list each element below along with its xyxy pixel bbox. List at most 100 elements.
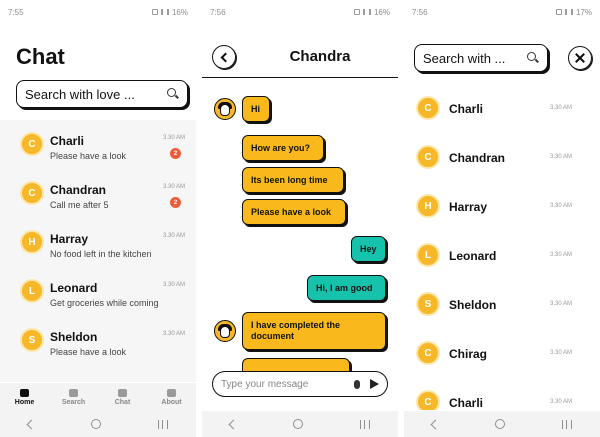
search-input[interactable]: Search with love ...	[25, 87, 167, 102]
incoming-message: Its been long time	[242, 167, 344, 193]
chat-icon	[118, 388, 127, 397]
tab-label: Chat	[114, 398, 131, 406]
search-icon[interactable]	[527, 52, 539, 64]
contact-name: Charli	[449, 102, 484, 116]
unread-badge: 2	[170, 148, 181, 159]
back-nav-icon[interactable]	[26, 419, 37, 429]
close-search-button[interactable]	[568, 46, 592, 70]
contact-name: Chandran	[50, 183, 107, 197]
search-result-row[interactable]: C Charli 3.30 AM	[404, 84, 600, 132]
home-nav-icon[interactable]	[495, 419, 506, 429]
search-result-row[interactable]: C Chandran 3.30 AM	[404, 133, 600, 181]
tab-label: Home	[14, 398, 35, 406]
search-result-row[interactable]: C Charli 3.30 AM	[404, 378, 600, 410]
outgoing-message: Hi, I am good	[307, 275, 386, 301]
search-result-row[interactable]: L Leonard 3.30 AM	[404, 231, 600, 279]
chat-list: C Charli Please have a look 3.30 AM 2 C Chandr…	[0, 120, 196, 382]
contact-name: Harray	[50, 232, 89, 246]
recents-nav-icon[interactable]	[157, 419, 168, 429]
chat-row[interactable]: C Chandran Call me after 5 3.30 AM 2	[0, 169, 196, 217]
chat-row[interactable]: S Sheldon Please have a look 3.30 AM	[0, 316, 196, 364]
message-composer[interactable]: Type your message	[212, 371, 388, 397]
contact-name: Chandra	[289, 48, 351, 65]
signal-icon	[564, 9, 573, 15]
home-screen: 7:55 16% Chat Search with love ... C Char…	[0, 0, 196, 437]
contact-avatar: C	[416, 96, 440, 120]
chat-header: Chandra	[202, 40, 398, 78]
contact-avatar: C	[416, 341, 440, 365]
search-result-row[interactable]: C Chirag 3.30 AM	[404, 329, 600, 377]
sender-avatar	[214, 98, 236, 120]
conversation-screen: 7:56 16% Chandra Hi How are you? Its been …	[202, 0, 398, 437]
contact-name: Chirag	[449, 347, 488, 361]
status-bar: 7:55 16%	[0, 0, 196, 24]
recents-nav-icon[interactable]	[359, 419, 370, 429]
back-button[interactable]	[212, 45, 236, 69]
close-icon	[575, 53, 585, 63]
tab-chat[interactable]: Chat	[101, 388, 145, 406]
message-time: 3.30 AM	[163, 282, 186, 288]
tab-label: Search	[61, 398, 86, 406]
back-nav-icon[interactable]	[430, 419, 441, 429]
message-time: 3.30 AM	[550, 105, 573, 111]
system-nav-bar	[404, 411, 600, 437]
recents-nav-icon[interactable]	[561, 419, 572, 429]
message-time: 3.30 AM	[163, 184, 186, 190]
message-preview: Call me after 5	[50, 200, 109, 210]
incoming-message: How are you?	[242, 135, 324, 161]
send-icon[interactable]	[370, 379, 379, 389]
message-preview: Get groceries while coming	[50, 298, 159, 308]
search-bar[interactable]: Search with ...	[414, 44, 548, 72]
contact-name: Charli	[449, 396, 484, 410]
message-time: 3.30 AM	[163, 135, 186, 141]
home-nav-icon[interactable]	[91, 419, 102, 429]
home-icon	[20, 388, 29, 397]
search-bar[interactable]: Search with love ...	[16, 80, 188, 108]
page-title: Chat	[16, 44, 65, 69]
contact-name: Sheldon	[50, 330, 98, 344]
contact-avatar: H	[416, 194, 440, 218]
status-icons: 16%	[151, 8, 188, 17]
contact-name: Harray	[449, 200, 488, 214]
message-time: 3.30 AM	[163, 331, 186, 337]
bottom-tab-bar: Home Search Chat About	[0, 383, 196, 411]
microphone-icon[interactable]	[354, 379, 360, 389]
status-icons: 16%	[353, 8, 390, 17]
message-time: 3.30 AM	[163, 233, 186, 239]
status-bar: 7:56 17%	[404, 0, 600, 24]
chat-row[interactable]: L Leonard Get groceries while coming 3.30 A…	[0, 267, 196, 315]
alarm-icon	[353, 9, 360, 15]
message-time: 3.30 AM	[550, 350, 573, 356]
message-time: 3.30 AM	[550, 301, 573, 307]
search-result-row[interactable]: H Harray 3.30 AM	[404, 182, 600, 230]
back-nav-icon[interactable]	[228, 419, 239, 429]
contact-avatar: S	[20, 328, 44, 352]
message-input[interactable]: Type your message	[221, 379, 354, 390]
status-time: 7:56	[412, 7, 428, 17]
contact-avatar: C	[20, 181, 44, 205]
contact-avatar: C	[416, 390, 440, 410]
contact-avatar: C	[416, 145, 440, 169]
incoming-message: Hi	[242, 96, 270, 122]
contact-name: Chandran	[449, 151, 506, 165]
search-icon[interactable]	[167, 88, 179, 100]
contact-avatar: L	[20, 279, 44, 303]
search-result-row[interactable]: S Sheldon 3.30 AM	[404, 280, 600, 328]
chat-row[interactable]: H Harray No food left in the kitchen 3.30 A…	[0, 218, 196, 266]
search-screen: 7:56 17% Search with ... C Charli 3.30 AM C…	[404, 0, 600, 437]
chat-row[interactable]: C Charli Please have a look 3.30 AM 2	[0, 120, 196, 168]
tab-search[interactable]: Search	[52, 388, 96, 406]
incoming-message: Please have a look	[242, 199, 346, 225]
system-nav-bar	[0, 411, 196, 437]
tab-home[interactable]: Home	[3, 388, 47, 406]
contact-name: Leonard	[449, 249, 497, 263]
status-time: 7:55	[8, 7, 24, 17]
contact-avatar: L	[416, 243, 440, 267]
search-icon	[69, 388, 78, 397]
tab-about[interactable]: About	[150, 388, 194, 406]
unread-badge: 2	[170, 197, 181, 208]
system-nav-bar	[202, 411, 398, 437]
home-nav-icon[interactable]	[293, 419, 304, 429]
avatar-face	[220, 104, 230, 116]
search-input[interactable]: Search with ...	[423, 51, 527, 66]
